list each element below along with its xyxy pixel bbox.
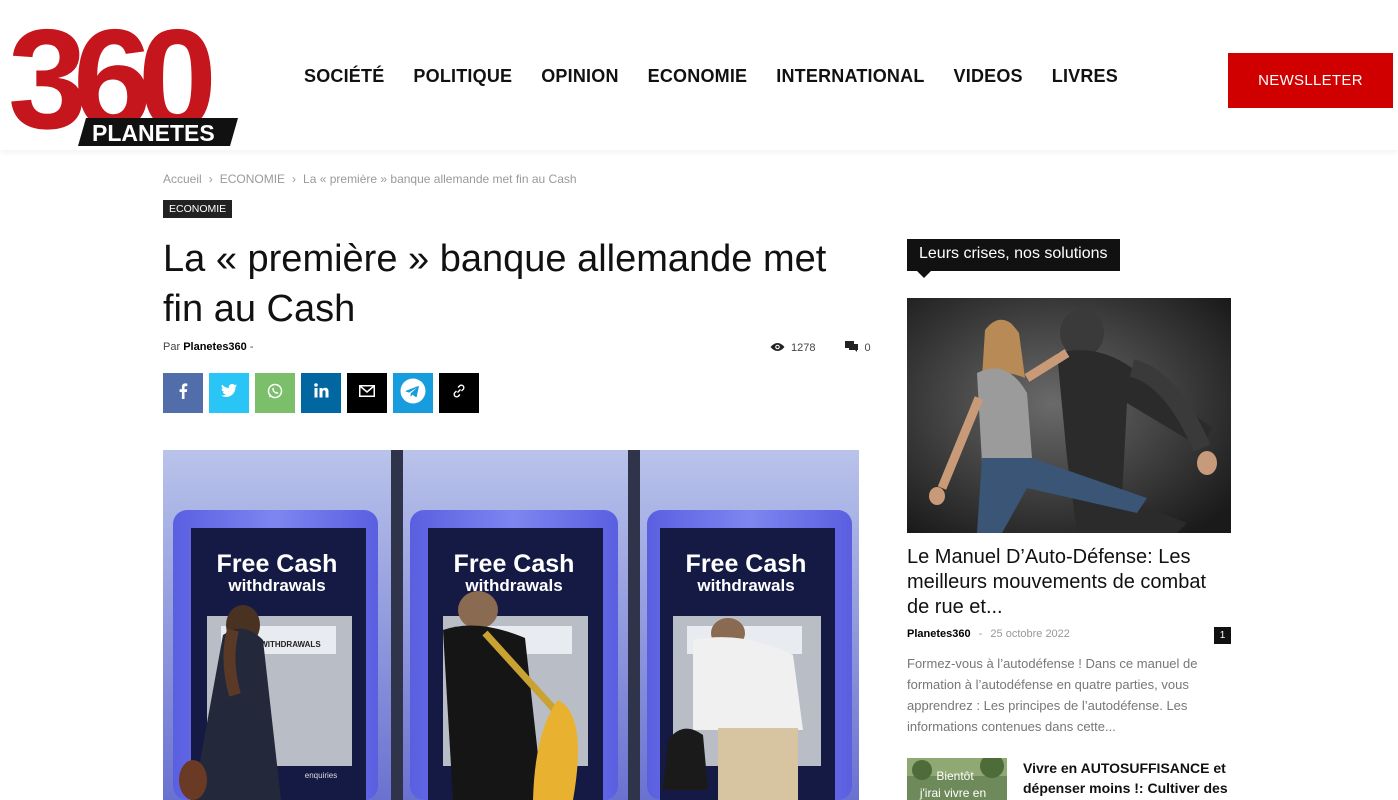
sidebar-date: 25 octobre 2022 <box>990 628 1070 640</box>
thumb-text-2: j'irai vivre en <box>919 786 986 800</box>
meta-separator: - <box>978 628 983 640</box>
author-link[interactable]: Planetes360 <box>183 341 247 353</box>
sidebar-comment-count-badge[interactable]: 1 <box>1214 627 1231 644</box>
telegram-icon <box>400 378 426 409</box>
atm-subheadline: withdrawals <box>696 576 794 595</box>
breadcrumb-separator: › <box>208 172 213 186</box>
article-stats: 1278 0 <box>770 341 871 355</box>
meta-dash: - <box>249 341 254 353</box>
sidebar-section-title: Leurs crises, nos solutions <box>907 239 1120 278</box>
sidebar-second-thumbnail[interactable]: Bientôt j'irai vivre en <box>907 758 1007 800</box>
thumb-text-1: Bientôt <box>936 769 974 783</box>
copy-link-icon <box>451 383 467 404</box>
sidebar-featured-meta: Planetes360 - 25 octobre 2022 <box>907 628 1070 640</box>
newsletter-button[interactable]: NEWSLLETER <box>1228 53 1393 108</box>
by-label: Par <box>163 341 181 353</box>
linkedin-icon <box>313 383 329 403</box>
sidebar-featured-title[interactable]: Le Manuel D’Auto-Défense: Les meilleurs … <box>907 545 1231 620</box>
article-meta: Par Planetes360 - <box>163 341 254 353</box>
nav-item-videos[interactable]: VIDEOS <box>954 66 1023 87</box>
eye-icon <box>770 342 785 355</box>
facebook-icon <box>178 382 188 404</box>
atm-headline: Free Cash <box>217 550 338 578</box>
breadcrumb-current: La « première » banque allemande met fin… <box>303 172 577 186</box>
sidebar-author-link[interactable]: Planetes360 <box>907 628 971 640</box>
telegram-share-button[interactable] <box>393 373 433 413</box>
nav-item-livres[interactable]: LIVRES <box>1052 66 1118 87</box>
nav-item-economie[interactable]: ECONOMIE <box>648 66 748 87</box>
breadcrumb-category[interactable]: ECONOMIE <box>220 172 285 186</box>
email-icon <box>359 384 375 402</box>
breadcrumb: Accueil › ECONOMIE › La « première » banque … <box>163 172 577 186</box>
twitter-icon <box>221 383 237 402</box>
email-share-button[interactable] <box>347 373 387 413</box>
sidebar-second-title[interactable]: Vivre en AUTOSUFFISANCE et dépenser moin… <box>1023 758 1228 798</box>
nav-item-opinion[interactable]: OPINION <box>541 66 618 87</box>
nav-item-politique[interactable]: POLITIQUE <box>413 66 512 87</box>
site-logo[interactable]: 360 PLANETES <box>6 0 246 159</box>
views-count: 1278 <box>791 342 816 354</box>
main-nav: SOCIÉTÉ POLITIQUE OPINION ECONOMIE INTER… <box>304 66 1118 87</box>
sidebar-featured-excerpt: Formez-vous à l’autodéfense ! Dans ce ma… <box>907 656 1198 734</box>
atm-subheadline: withdrawals <box>227 576 325 595</box>
copy-link-button[interactable] <box>439 373 479 413</box>
article-title: La « première » banque allemande met fin… <box>163 238 827 330</box>
nav-item-international[interactable]: INTERNATIONAL <box>776 66 924 87</box>
breadcrumb-home[interactable]: Accueil <box>163 172 202 186</box>
facebook-share-button[interactable] <box>163 373 203 413</box>
atm-headline: Free Cash <box>686 550 807 578</box>
logo-text: PLANETES <box>92 120 215 146</box>
atm-footer-label: enquiries <box>305 771 337 780</box>
comments-icon[interactable] <box>845 341 859 355</box>
nav-item-societe[interactable]: SOCIÉTÉ <box>304 66 384 87</box>
category-tag[interactable]: ECONOMIE <box>163 200 233 218</box>
linkedin-share-button[interactable] <box>301 373 341 413</box>
article-hero-image: Free Cash withdrawals CASH WITHDRAWALS e… <box>163 450 859 800</box>
site-header: 360 PLANETES SOCIÉTÉ POLITIQUE OPINION E… <box>0 0 1398 159</box>
twitter-share-button[interactable] <box>209 373 249 413</box>
atm-headline: Free Cash <box>454 550 575 578</box>
share-bar <box>163 373 479 413</box>
sidebar-featured-image[interactable] <box>907 298 1231 533</box>
whatsapp-share-button[interactable] <box>255 373 295 413</box>
whatsapp-icon <box>267 383 283 404</box>
comments-count[interactable]: 0 <box>864 342 870 354</box>
breadcrumb-separator: › <box>292 172 297 186</box>
